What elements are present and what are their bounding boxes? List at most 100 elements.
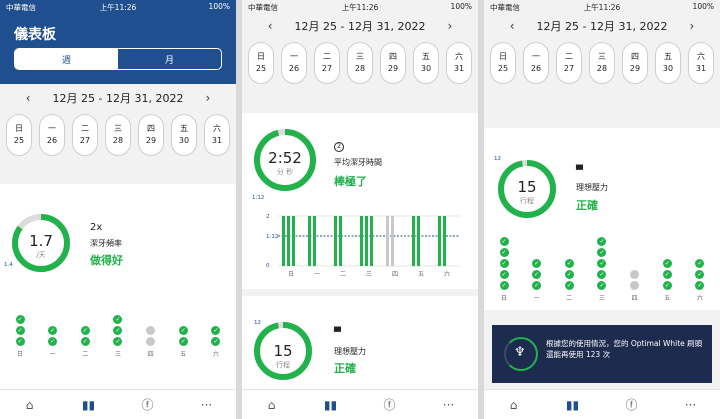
x-tick-label: 三	[366, 271, 372, 278]
pressure-card[interactable]: 15 行程 12 ▀ 理想壓力 正確	[242, 296, 478, 396]
day-chip[interactable]: 四 29	[622, 42, 648, 84]
pressure-icon: ▀	[334, 328, 341, 338]
x-tick-label: 一	[314, 271, 320, 278]
home-icon[interactable]: ⌂	[19, 395, 41, 415]
day-chip[interactable]: 六 31	[688, 42, 714, 84]
x-tick-label: 四	[392, 271, 398, 278]
check-icon: ✓	[15, 337, 25, 346]
pressure-unit: 行程	[276, 361, 290, 369]
prev-week-button[interactable]: ‹	[510, 19, 515, 33]
period-toggle[interactable]: 週 月	[14, 48, 222, 70]
day-date: 26	[288, 64, 300, 73]
pressure-checks: 日 ✓ ✓ ✓ ✓ ✓ 一 ✓ ✓ ✓ 二 ✓ ✓ ✓ 三 ✓ ✓ ✓ ✓ ✓ 四 ✓ ✓ 五 ✓ ✓ ✓ 六 ✓ ✓ ✓	[498, 236, 706, 302]
day-chip[interactable]: 四 29	[138, 114, 164, 156]
home-icon[interactable]: ⌂	[261, 395, 283, 415]
duration-bar	[313, 216, 316, 266]
day-chip[interactable]: 一 26	[39, 114, 65, 156]
check-column: 一 ✓ ✓	[47, 326, 59, 358]
duration-bar	[308, 216, 311, 266]
frequency-card[interactable]: 1.7 /天 1.4 2x 潔牙頻率 做得好 日 ✓ ✓ ✓ 一 ✓ ✓ 二 ✓ ✓ 三 ✓ ✓ ✓ 四 ✓ ✓…	[0, 192, 236, 377]
day-weekday: 二	[81, 124, 89, 133]
more-icon[interactable]: ···	[196, 395, 218, 415]
day-weekday: 五	[180, 124, 188, 133]
duration-label: 平均潔牙時間	[334, 158, 382, 167]
day-chip[interactable]: 日 25	[248, 42, 274, 84]
duration-bar	[370, 216, 373, 266]
day-weekday: 日	[499, 52, 507, 61]
check-icon: ✓	[499, 270, 509, 279]
check-icon: ✓	[499, 248, 509, 257]
bottom-nav: ⌂ ▮▮ ⓕ ···	[484, 389, 720, 419]
check-column: 四 ✓ ✓	[629, 270, 641, 302]
day-chip[interactable]: 六 31	[446, 42, 472, 84]
day-chip[interactable]: 日 25	[6, 114, 32, 156]
next-week-button[interactable]: ›	[205, 91, 210, 105]
day-chip[interactable]: 二 27	[314, 42, 340, 84]
day-chip[interactable]: 三 28	[347, 42, 373, 84]
duration-bar	[334, 216, 337, 266]
brushhead-icon[interactable]: ⓕ	[379, 395, 401, 415]
frequency-verdict: 做得好	[90, 254, 123, 267]
prev-week-button[interactable]: ‹	[26, 91, 31, 105]
check-icon: ✓	[15, 326, 25, 335]
brushhead-icon[interactable]: ⓕ	[137, 395, 159, 415]
more-icon[interactable]: ···	[438, 395, 460, 415]
brushhead-icon[interactable]: ⓕ	[621, 395, 643, 415]
chart-icon[interactable]: ▮▮	[320, 395, 342, 415]
day-chip[interactable]: 三 28	[589, 42, 615, 84]
next-week-button[interactable]: ›	[447, 19, 452, 33]
frequency-target-label: 1.4	[4, 262, 13, 268]
week-selector: ‹ 12月 25 - 12月 31, 2022 › 日 25 一 26 二 27 三 28 四 2…	[242, 12, 478, 110]
duration-unit: 分 秒	[276, 168, 294, 176]
check-icon: ✓	[178, 326, 188, 335]
day-date: 31	[695, 64, 707, 73]
day-chip[interactable]: 四 29	[380, 42, 406, 84]
frequency-checks: 日 ✓ ✓ ✓ 一 ✓ ✓ 二 ✓ ✓ 三 ✓ ✓ ✓ 四 ✓ ✓ 五 ✓ ✓ 六 ✓ ✓	[14, 292, 222, 358]
x-tick-label: 五	[418, 271, 424, 278]
phone-screen-pressure: 中華電信 上午11:26 100% ‹ 12月 25 - 12月 31, 202…	[484, 0, 720, 419]
pressure-card[interactable]: 15 行程 12 ▀ 理想壓力 正確 日 ✓ ✓ ✓ ✓ ✓ 一 ✓ ✓ ✓ 二 ✓ ✓ ✓ 三 ✓ ✓ ✓ ✓ ✓ 四…	[484, 128, 720, 310]
day-chip[interactable]: 六 31	[204, 114, 230, 156]
missed-dot: ✓	[630, 270, 640, 279]
check-icon: ✓	[499, 237, 509, 246]
brushhead-promo-banner[interactable]: ♆ 根據您的使用情況，您的 Optimal White 刷頭還能再使用 123 …	[492, 325, 712, 383]
day-weekday: 三	[356, 52, 364, 61]
chart-icon[interactable]: ▮▮	[78, 395, 100, 415]
check-icon: ✓	[499, 281, 509, 290]
day-chip[interactable]: 一 26	[281, 42, 307, 84]
tab-week[interactable]: 週	[15, 49, 118, 69]
day-chip[interactable]: 二 27	[72, 114, 98, 156]
day-date: 30	[178, 136, 190, 145]
chart-icon[interactable]: ▮▮	[562, 395, 584, 415]
day-chip[interactable]: 五 30	[655, 42, 681, 84]
three-phone-screens: 中華電信 上午11:26 100% 儀表板 週 月 ‹ 12月 25 - 12月…	[0, 0, 720, 419]
day-date: 31	[453, 64, 465, 73]
day-chip[interactable]: 二 27	[556, 42, 582, 84]
pressure-icon: ▀	[576, 166, 583, 176]
more-icon[interactable]: ···	[680, 395, 702, 415]
check-icon: ✓	[48, 337, 58, 346]
home-icon[interactable]: ⌂	[503, 395, 525, 415]
day-date: 29	[629, 64, 641, 73]
day-weekday: 一	[48, 124, 56, 133]
frequency-value: 1.7	[29, 232, 53, 250]
day-weekday: 二	[323, 52, 331, 61]
day-chip[interactable]: 三 28	[105, 114, 131, 156]
duration-icon: 2	[334, 141, 344, 152]
tab-month[interactable]: 月	[118, 49, 221, 69]
prev-week-button[interactable]: ‹	[268, 19, 273, 33]
day-chip[interactable]: 五 30	[413, 42, 439, 84]
check-icon: ✓	[532, 259, 542, 268]
day-date: 29	[387, 64, 399, 73]
pressure-ring: 15 行程	[496, 158, 558, 220]
day-chip[interactable]: 日 25	[490, 42, 516, 84]
day-chip[interactable]: 五 30	[171, 114, 197, 156]
day-chip[interactable]: 一 26	[523, 42, 549, 84]
next-week-button[interactable]: ›	[689, 19, 694, 33]
missed-dot: ✓	[630, 281, 640, 290]
check-icon: ✓	[564, 259, 574, 268]
check-column: 二 ✓ ✓ ✓	[563, 259, 575, 302]
x-tick-label: 二	[340, 271, 346, 278]
duration-bar	[412, 216, 415, 266]
day-weekday: 四	[631, 52, 639, 61]
